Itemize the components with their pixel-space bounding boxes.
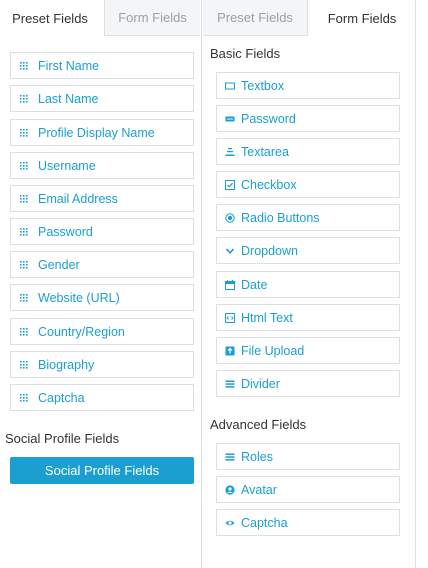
tab-preset-fields-left[interactable]: Preset Fields [0,0,100,36]
preset-field-website-url[interactable]: Website (URL) [10,284,194,311]
upload-icon [225,346,235,356]
advanced-fields-title: Advanced Fields [210,417,307,432]
calendar-icon [225,279,235,290]
field-label: Date [241,277,268,292]
field-label: Dropdown [241,243,298,258]
preset-field-password[interactable]: Password [10,218,194,245]
tab-label: Preset Fields [12,10,88,26]
preset-field-captcha[interactable]: Captcha [10,384,194,411]
html-icon [225,312,235,323]
field-label: Html Text [241,310,293,325]
preset-field-username[interactable]: Username [10,152,194,179]
field-label: Radio Buttons [241,210,320,225]
field-label: Biography [38,357,95,372]
drag-handle-icon [19,94,29,104]
preset-field-first-name[interactable]: First Name [10,52,194,79]
field-label: Gender [38,257,80,272]
field-label: Captcha [241,515,288,530]
field-label: First Name [38,58,100,73]
preset-field-gender[interactable]: Gender [10,251,194,278]
password-icon [225,114,235,124]
field-label: Divider [241,376,280,391]
drag-handle-icon [19,194,29,204]
social-profile-fields-title: Social Profile Fields [5,431,120,446]
field-label: Captcha [38,390,85,405]
basic-field-password[interactable]: Password [216,105,400,132]
divider-icon [225,379,235,389]
tab-label: Form Fields [118,10,187,25]
basic-field-textbox[interactable]: Textbox [216,72,400,99]
field-label: Roles [241,449,273,464]
basic-field-radio-buttons[interactable]: Radio Buttons [216,204,400,231]
basic-field-divider[interactable]: Divider [216,370,400,397]
preset-field-email-address[interactable]: Email Address [10,185,194,212]
drag-handle-icon [19,293,29,303]
basic-field-checkbox[interactable]: Checkbox [216,171,400,198]
drag-handle-icon [19,128,29,138]
drag-handle-icon [19,227,29,237]
drag-handle-icon [19,260,29,270]
field-label: Avatar [241,482,277,497]
tab-label: Preset Fields [217,10,293,25]
field-label: Website (URL) [38,290,120,305]
field-label: Password [38,224,93,239]
preset-field-profile-display-name[interactable]: Profile Display Name [10,119,194,146]
advanced-field-avatar[interactable]: Avatar [216,476,400,503]
field-label: File Upload [241,343,305,358]
panel-divider-left [201,0,202,568]
tab-preset-fields-right[interactable]: Preset Fields [203,0,308,36]
preset-field-last-name[interactable]: Last Name [10,85,194,112]
field-label: Profile Display Name [38,125,155,140]
tab-form-fields-right[interactable]: Form Fields [308,0,416,36]
drag-handle-icon [19,393,29,403]
social-profile-fields-button[interactable]: Social Profile Fields [10,457,194,484]
basic-field-dropdown[interactable]: Dropdown [216,237,400,264]
roles-icon [225,452,235,462]
basic-field-textarea[interactable]: Textarea [216,138,400,165]
chevron-down-icon [225,246,235,256]
drag-handle-icon [19,61,29,71]
drag-handle-icon [19,360,29,370]
checkbox-icon [225,179,235,190]
basic-field-date[interactable]: Date [216,271,400,298]
field-label: Textarea [241,144,289,159]
field-label: Textbox [241,78,285,93]
tab-label: Form Fields [327,10,397,26]
field-label: Country/Region [38,324,125,339]
eye-icon [225,518,235,528]
basic-field-file-upload[interactable]: File Upload [216,337,400,364]
preset-field-biography[interactable]: Biography [10,351,194,378]
basic-fields-title: Basic Fields [210,46,281,61]
field-label: Email Address [38,191,118,206]
field-label: Username [38,158,96,173]
advanced-field-roles[interactable]: Roles [216,443,400,470]
textarea-icon [225,147,235,157]
textbox-icon [225,81,235,91]
basic-field-html-text[interactable]: Html Text [216,304,400,331]
tab-form-fields-left[interactable]: Form Fields [104,0,200,36]
panel-divider-right [415,0,416,568]
field-label: Password [241,111,296,126]
drag-handle-icon [19,161,29,171]
field-label: Last Name [38,91,99,106]
avatar-icon [225,484,235,495]
advanced-field-captcha[interactable]: Captcha [216,509,400,536]
preset-field-country-region[interactable]: Country/Region [10,318,194,345]
drag-handle-icon [19,327,29,337]
radio-icon [225,212,235,223]
field-label: Checkbox [241,177,297,192]
